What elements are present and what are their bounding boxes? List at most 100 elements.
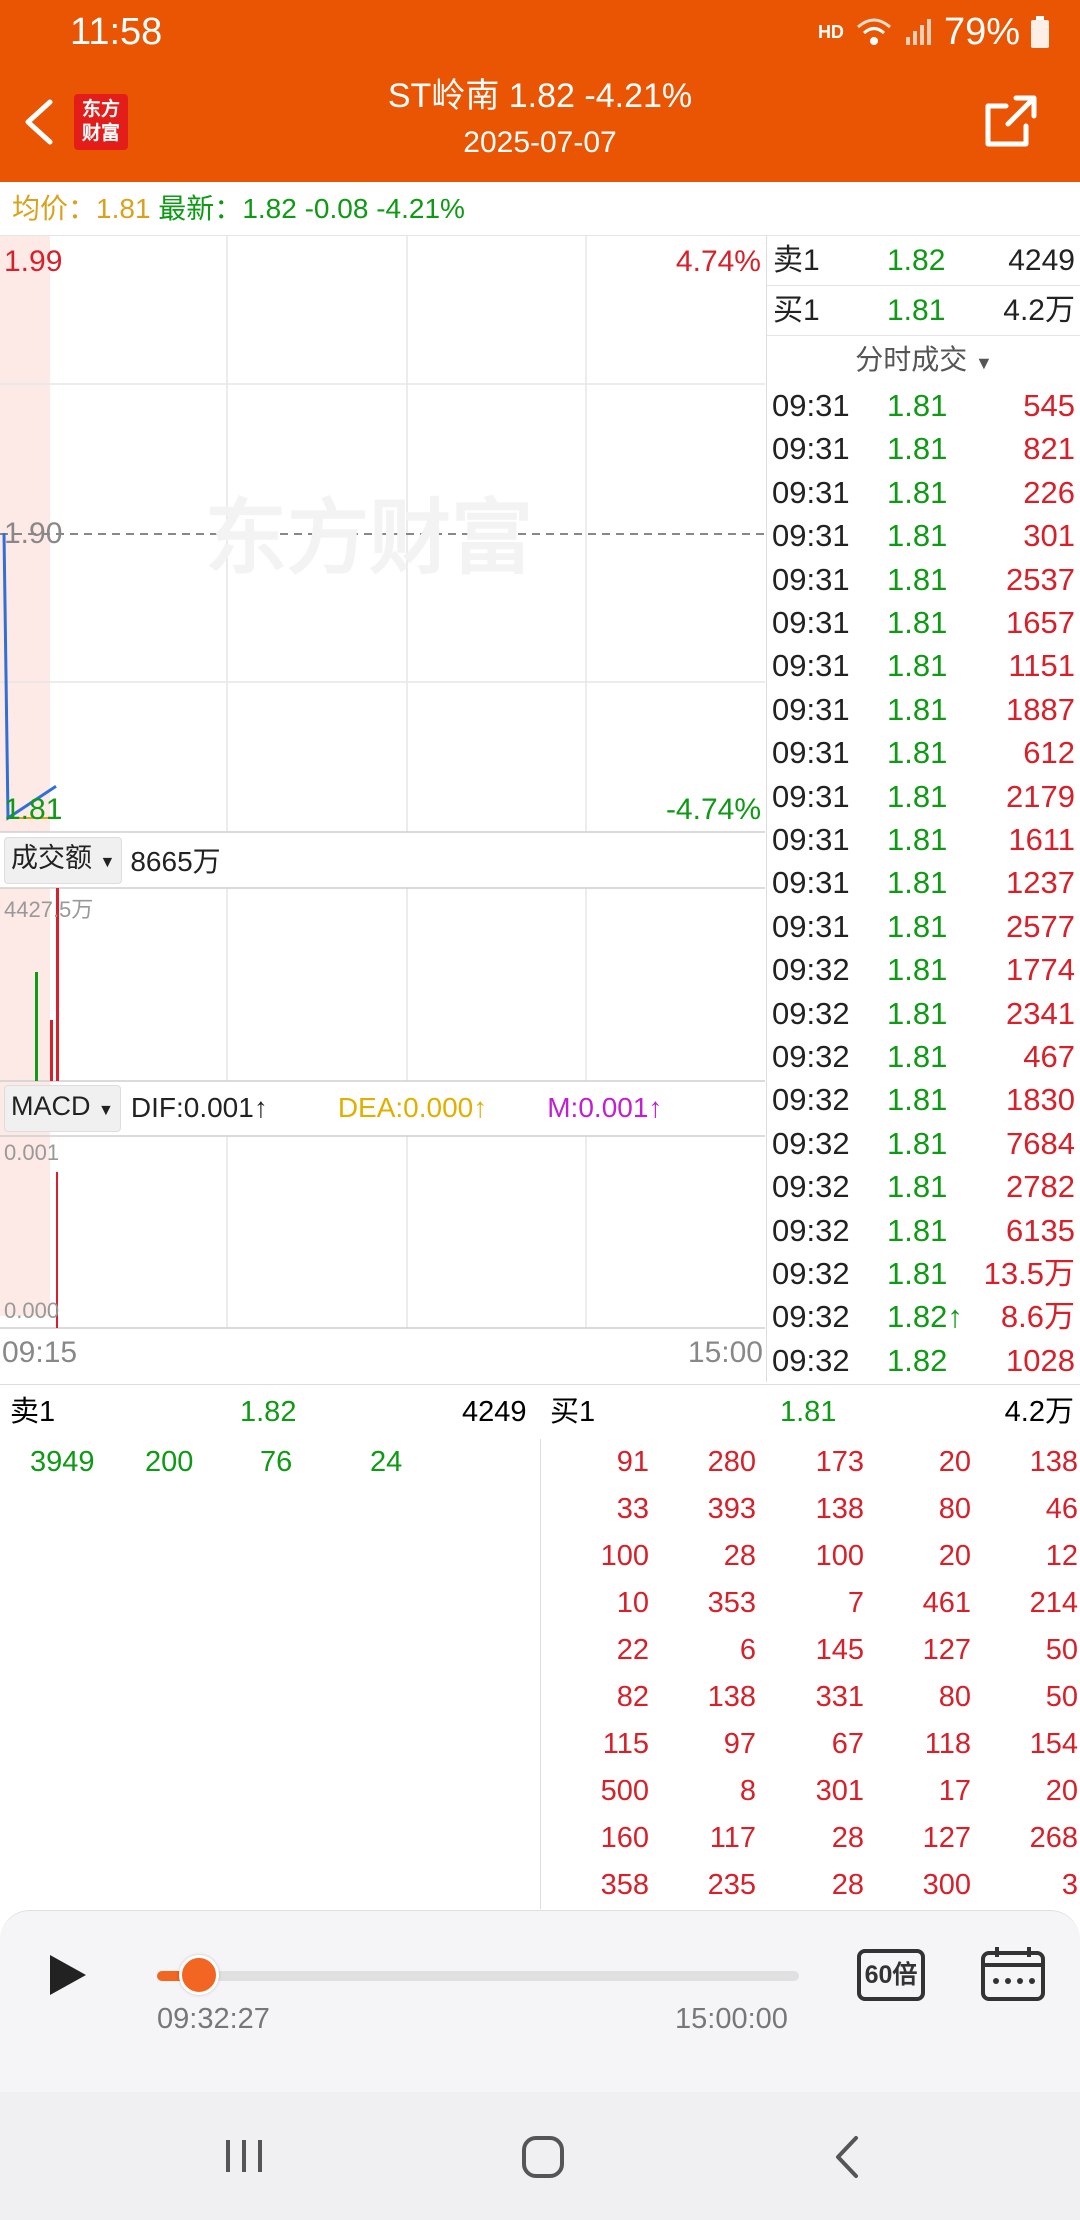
system-nav-bar xyxy=(0,2092,1080,2220)
buy-queue-item: 100 xyxy=(815,1540,864,1572)
trade-price: 1.81 xyxy=(887,691,948,727)
buy-queue-item: 268 xyxy=(1029,1822,1078,1854)
speed-button[interactable]: 60倍 xyxy=(857,1949,925,2001)
calendar-icon[interactable] xyxy=(980,1945,1046,2003)
trade-price: 1.81 xyxy=(887,1125,948,1161)
share-icon[interactable] xyxy=(982,94,1038,150)
buy-queue-item: 91 xyxy=(616,1446,649,1478)
trade-price: 1.81 xyxy=(887,474,948,510)
trade-row: 09:31 1.81 226 xyxy=(767,471,1080,514)
trade-time: 09:31 xyxy=(772,431,850,467)
home-icon[interactable] xyxy=(520,2134,566,2180)
macd-selector[interactable]: MACD ▼ xyxy=(4,1084,121,1132)
trade-time: 09:31 xyxy=(772,735,850,771)
trade-time: 09:32 xyxy=(772,1125,850,1161)
trade-volume: 545 xyxy=(1023,388,1075,423)
buy1-label: 买1 xyxy=(773,294,820,327)
buy-queue-item: 461 xyxy=(922,1587,971,1619)
nav-back-icon[interactable] xyxy=(830,2134,864,2180)
replay-progress-knob[interactable] xyxy=(179,1955,220,1995)
volume-bar xyxy=(50,1020,53,1081)
trade-volume: 1887 xyxy=(1006,691,1075,727)
trade-price: 1.82 xyxy=(887,1342,948,1378)
wifi-icon xyxy=(856,18,891,45)
buy-queue-item: 100 xyxy=(600,1540,649,1572)
buy-queue-item: 33 xyxy=(616,1493,649,1525)
buy-queue-item: 28 xyxy=(831,1822,864,1854)
trade-row: 09:32 1.81 13.5万 xyxy=(767,1252,1080,1295)
replay-end-time: 15:00:00 xyxy=(675,2003,788,2035)
trade-row: 09:31 1.81 1237 xyxy=(767,861,1080,904)
sell-queue-item: 24 xyxy=(370,1446,403,1478)
buy1-price: 1.81 xyxy=(887,294,946,327)
buy-queue: 91 280 173 20 138 33 393 138 80 46 100 28 100 20 12 10 3… xyxy=(541,1439,1080,1909)
sell1-row: 卖1 1.82 4249 xyxy=(767,236,1080,286)
trade-time: 09:31 xyxy=(772,605,850,640)
buy-queue-item: 50 xyxy=(1045,1634,1078,1666)
trade-time: 09:32 xyxy=(772,1342,850,1378)
intraday-chart-area[interactable]: 东方财富 1.99 1.90 1.81 4.74% -4.74% 成交额 ▼ 8… xyxy=(0,236,765,1382)
play-icon[interactable] xyxy=(46,1951,90,1999)
order-queue: 卖1 1.82 4249 买1 1.81 4.2万 3949 200 76 24 91… xyxy=(0,1384,1080,1910)
trade-price: 1.81 xyxy=(887,1256,948,1291)
status-bar: 11:58 HD 79% xyxy=(0,0,1080,64)
change-pct: -4.21% xyxy=(376,193,465,224)
avg-label: 均价： xyxy=(12,193,97,224)
buy-queue-item: 22 xyxy=(616,1634,649,1666)
trade-price: 1.81 xyxy=(887,605,948,640)
trade-volume: 13.5万 xyxy=(983,1256,1075,1291)
queue-sell-label: 卖1 xyxy=(10,1396,56,1428)
trade-list[interactable]: 09:31 1.81 545 09:31 1.81 821 09:31 1.81 226 09:3… xyxy=(767,384,1080,1382)
sell-queue-item: 3949 xyxy=(30,1446,95,1478)
price-high-label: 1.99 xyxy=(4,245,63,278)
trade-time: 09:31 xyxy=(772,865,850,901)
buy-queue-item: 280 xyxy=(707,1446,756,1478)
queue-buy-price: 1.81 xyxy=(780,1396,837,1428)
macd-bottom-label: 0.000 xyxy=(4,1298,60,1323)
trade-row: 09:32 1.81 467 xyxy=(767,1035,1080,1078)
buy-queue-item: 127 xyxy=(922,1634,971,1666)
quote-panel: 卖1 1.82 4249 买1 1.81 4.2万 分时成交 ▼ 09:31 1.… xyxy=(766,236,1080,1382)
trade-row: 09:31 1.81 1151 xyxy=(767,644,1080,687)
buy-queue-item: 8 xyxy=(739,1775,756,1807)
trade-time: 09:31 xyxy=(772,561,850,597)
trade-row: 09:32 1.81 1830 xyxy=(767,1078,1080,1121)
pct-high-label: 4.74% xyxy=(675,245,761,278)
trade-price: 1.81 xyxy=(887,822,948,857)
trade-volume: 1774 xyxy=(1006,952,1075,988)
buy-queue-item: 138 xyxy=(1029,1446,1078,1478)
trades-dropdown[interactable]: 分时成交 ▼ xyxy=(767,338,1080,382)
trade-time: 09:32 xyxy=(772,1299,850,1335)
trade-time: 09:32 xyxy=(772,1082,850,1118)
replay-progress-track[interactable] xyxy=(157,1971,799,1981)
buy-queue-item: 118 xyxy=(924,1728,971,1760)
dea-value: DEA:0.000↑ xyxy=(337,1092,488,1123)
trade-volume: 6135 xyxy=(1006,1212,1075,1248)
sell-queue: 3949 200 76 24 xyxy=(0,1439,540,1499)
trade-time: 09:31 xyxy=(772,518,850,554)
trade-volume: 1028 xyxy=(1006,1342,1075,1378)
trade-price: 1.81 xyxy=(887,1039,948,1074)
intraday-chart: 东方财富 xyxy=(0,236,765,1329)
sell1-price: 1.82 xyxy=(887,244,946,277)
trade-price: 1.82↑ xyxy=(887,1299,963,1335)
queue-buy-label: 买1 xyxy=(550,1396,596,1428)
battery-text: 79% xyxy=(943,10,1020,53)
buy-queue-item: 20 xyxy=(1045,1775,1078,1807)
trade-time: 09:32 xyxy=(772,1169,850,1205)
buy-queue-item: 138 xyxy=(815,1493,864,1525)
trade-time: 09:31 xyxy=(772,691,850,727)
buy-queue-item: 500 xyxy=(600,1775,649,1807)
recent-apps-icon[interactable] xyxy=(222,2136,266,2176)
queue-buy-volume: 4.2万 xyxy=(1004,1396,1074,1428)
trade-row: 09:31 1.81 2537 xyxy=(767,558,1080,601)
trade-time: 09:32 xyxy=(772,1256,850,1291)
sell1-volume: 4249 xyxy=(1008,244,1075,277)
buy-queue-item: 3 xyxy=(1061,1869,1078,1901)
trade-volume: 301 xyxy=(1023,518,1075,554)
buy-queue-item: 10 xyxy=(616,1587,649,1619)
trade-row: 09:32 1.81 2341 xyxy=(767,992,1080,1035)
trade-price: 1.81 xyxy=(887,908,948,944)
trade-volume: 2577 xyxy=(1006,908,1075,944)
volume-selector[interactable]: 成交额 ▼ xyxy=(4,836,123,884)
